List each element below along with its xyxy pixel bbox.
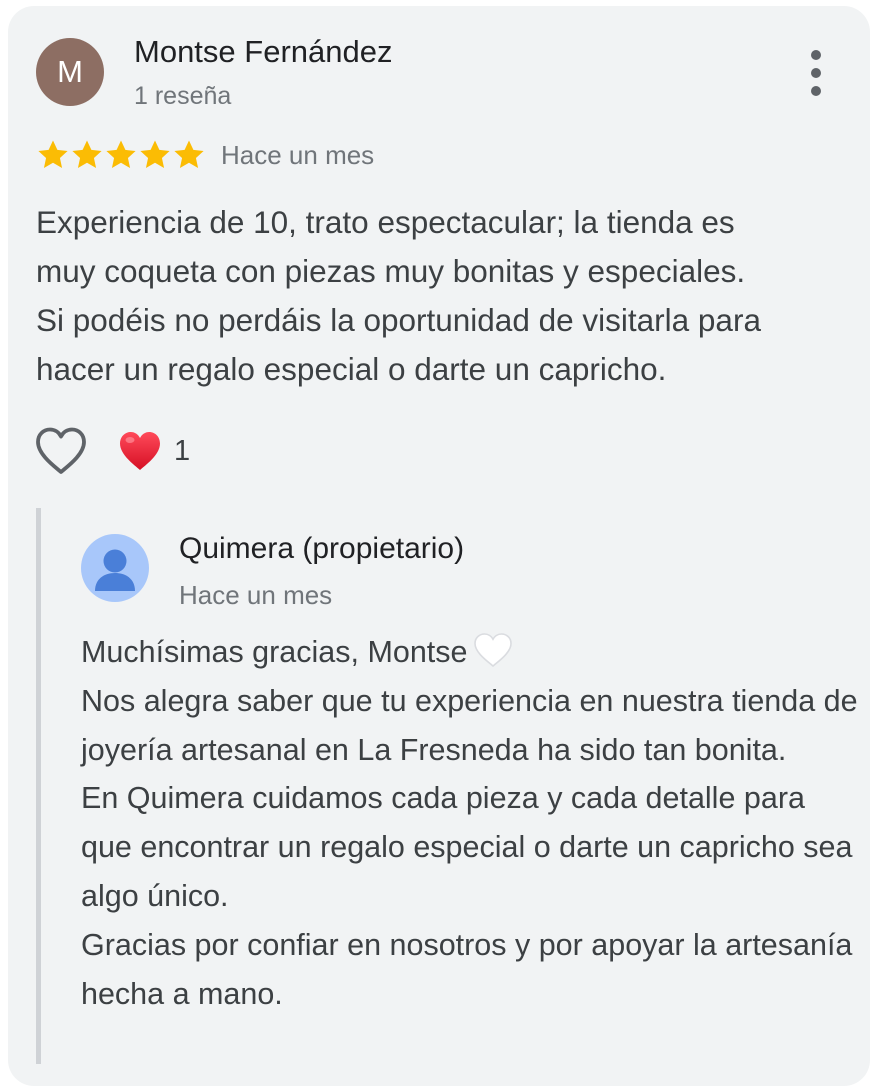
- owner-name[interactable]: Quimera (propietario): [179, 532, 464, 566]
- like-button[interactable]: [34, 426, 88, 476]
- red-heart-icon: [120, 432, 160, 470]
- reply-line-text: Muchísimas gracias, Montse: [81, 635, 468, 669]
- more-vert-icon-dot: [811, 68, 821, 78]
- review-card: M Montse Fernández 1 reseña Hace un mes …: [8, 6, 870, 1086]
- more-options-button[interactable]: [798, 48, 834, 98]
- heart-outline-icon: [36, 427, 86, 474]
- more-vert-icon: [811, 50, 821, 60]
- star-icon: [72, 140, 102, 169]
- reply-line: Nos alegra saber que tu experiencia en n…: [81, 683, 858, 767]
- reply-line: Gracias por confiar en nosotros y por ap…: [81, 927, 853, 1011]
- more-vert-icon-dot: [811, 86, 821, 96]
- star-icon: [38, 140, 68, 169]
- review-date: Hace un mes: [221, 140, 375, 170]
- review-text: Experiencia de 10, trato espectacular; l…: [36, 204, 761, 387]
- star-rating: [36, 138, 206, 172]
- star-icon: [174, 140, 204, 169]
- author-name[interactable]: Montse Fernández: [134, 34, 392, 70]
- owner-reply-date: Hace un mes: [179, 580, 333, 610]
- reply-line: Muchísimas gracias, Montse: [81, 628, 861, 677]
- owner-reply-text: Muchísimas gracias, Montse Nos alegra sa…: [81, 628, 861, 1018]
- owner-avatar[interactable]: [81, 534, 149, 602]
- person-avatar-icon: [95, 549, 135, 591]
- author-review-count: 1 reseña: [134, 82, 232, 110]
- author-avatar[interactable]: M: [36, 38, 104, 106]
- star-icon: [106, 140, 136, 169]
- reaction-count: 1: [174, 434, 191, 467]
- owner-reply: Quimera (propietario) Hace un mes Muchís…: [36, 508, 858, 1064]
- white-heart-icon: [474, 633, 513, 668]
- reaction-summary[interactable]: 1: [118, 428, 190, 474]
- star-icon: [140, 140, 170, 169]
- reply-line: En Quimera cuidamos cada pieza y cada de…: [81, 781, 853, 913]
